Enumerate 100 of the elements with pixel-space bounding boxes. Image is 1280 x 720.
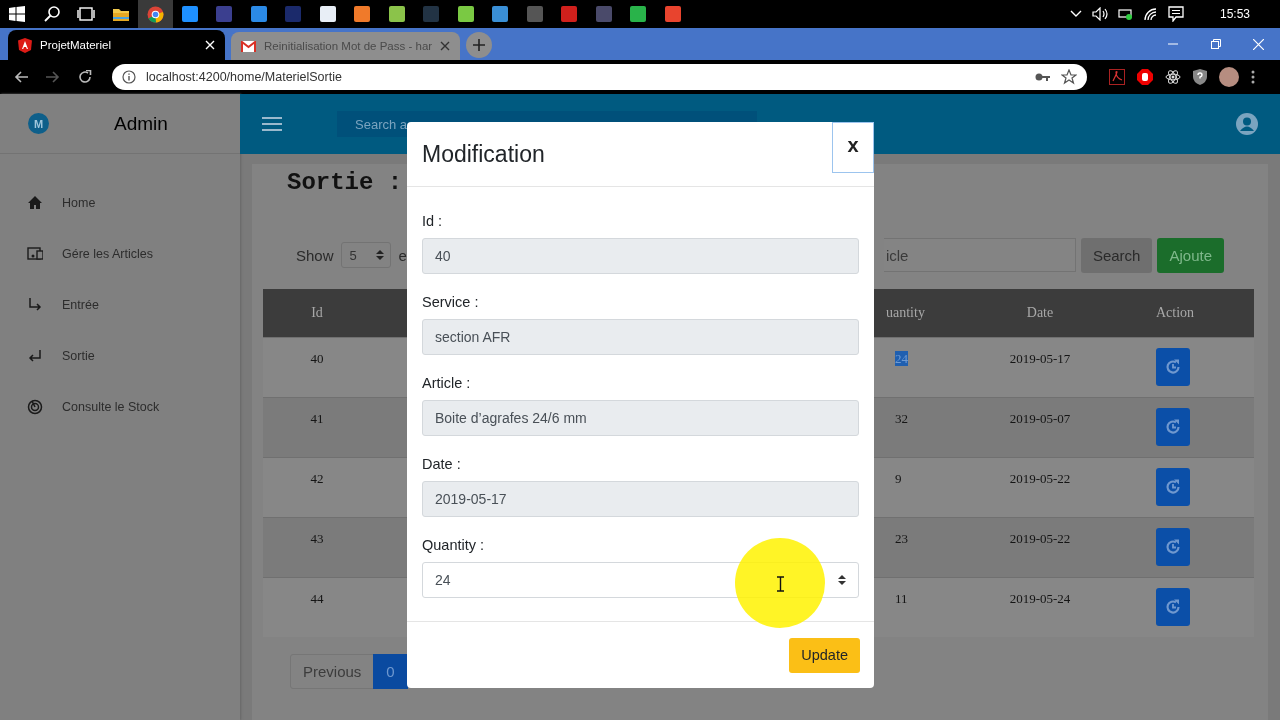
new-tab-button[interactable] <box>466 32 493 58</box>
table-cell: 32 <box>895 411 908 426</box>
input-field[interactable]: Boite d’agrafes 24/6 mm <box>422 400 859 436</box>
app-icon[interactable] <box>457 6 474 22</box>
field-label: Service : <box>422 294 480 311</box>
document-icon[interactable] <box>1109 69 1125 85</box>
search-field[interactable]: icle <box>883 238 1076 272</box>
close-button[interactable]: x <box>832 122 874 173</box>
stop-hand-icon[interactable] <box>1137 69 1153 85</box>
table-cell-text: 2019-05-07 <box>1008 410 1072 427</box>
table-cell: 11 <box>895 591 908 606</box>
battery-icon[interactable] <box>1117 8 1134 20</box>
column-header: Id <box>310 305 324 321</box>
app-icon[interactable] <box>630 6 647 22</box>
refresh-button[interactable] <box>1156 348 1190 386</box>
devices-icon <box>27 246 43 262</box>
menu-icon[interactable] <box>262 117 282 131</box>
search-icon[interactable] <box>43 6 60 22</box>
profile-avatar[interactable] <box>1219 67 1239 87</box>
page-title: Sortie : <box>287 169 403 198</box>
restore-icon <box>1210 39 1221 49</box>
table-cell-text: 2019-05-17 <box>1008 350 1072 367</box>
sidebar-item[interactable]: Home <box>0 180 240 226</box>
wifi-icon[interactable] <box>1143 7 1158 21</box>
refresh-button[interactable] <box>1156 408 1190 446</box>
input-field[interactable]: 2019-05-17 <box>422 481 859 517</box>
table-cell-text: 2019-05-22 <box>1008 530 1072 547</box>
page-size-select[interactable]: 5 <box>340 242 391 268</box>
spinner-icon[interactable] <box>838 574 846 586</box>
column-header: Action <box>1155 305 1196 321</box>
input-field[interactable]: 40 <box>422 238 859 274</box>
sidebar-item[interactable]: Gére les Articles <box>0 231 240 277</box>
refresh-icon <box>1164 358 1182 376</box>
shield-icon[interactable] <box>1193 69 1207 85</box>
browser-tab[interactable]: Reinitialisation Mot de Pass - har <box>231 32 461 60</box>
mail-icon <box>241 40 256 52</box>
folder-icon[interactable] <box>111 6 130 22</box>
table-cell: 9 <box>895 471 902 486</box>
update-button[interactable]: Update <box>789 637 860 673</box>
app-icon[interactable] <box>181 6 198 22</box>
app-icon[interactable] <box>492 6 509 22</box>
app-icon[interactable] <box>319 6 336 22</box>
gauge-icon <box>27 399 43 415</box>
close-icon <box>1253 38 1264 50</box>
table-cell-text: 40 <box>309 350 325 367</box>
table-cell-text: 41 <box>309 410 325 427</box>
reload-icon <box>78 70 92 84</box>
sort-caret-icon <box>375 249 384 261</box>
notification-icon[interactable] <box>1167 6 1184 22</box>
address-bar[interactable]: localhost:4200/home/MaterielSortie <box>112 64 1087 90</box>
user-icon[interactable] <box>1236 113 1258 135</box>
refresh-button[interactable] <box>1156 588 1190 626</box>
avatar-badge: M <box>28 113 49 134</box>
table-cell-text: 44 <box>309 590 325 607</box>
field-label: Date : <box>422 456 462 473</box>
info-icon <box>122 70 136 84</box>
dialog-title: Modification <box>422 140 546 168</box>
browser-icon[interactable] <box>146 5 164 23</box>
sidebar-item[interactable]: Entrée <box>0 282 240 328</box>
pagination-button[interactable]: Previous <box>290 654 375 689</box>
table-cell-text: 42 <box>309 470 325 487</box>
refresh-button[interactable] <box>1156 528 1190 566</box>
chevron-icon[interactable] <box>1069 10 1082 18</box>
turn-left-arrow-icon <box>27 348 43 364</box>
field-label: Id : <box>422 213 444 230</box>
column-header: uantity <box>885 305 926 321</box>
app-icon[interactable] <box>354 6 371 22</box>
refresh-button[interactable] <box>1156 468 1190 506</box>
sidebar-item[interactable]: Consulte le Stock <box>0 384 240 430</box>
refresh-icon <box>1164 478 1182 496</box>
table-cell: 24 <box>895 351 908 366</box>
field-label: Article : <box>422 375 472 392</box>
refresh-icon <box>1164 538 1182 556</box>
browser-tab[interactable]: ProjetMateriel <box>8 30 225 60</box>
clock-time: 15:53 <box>1219 7 1250 21</box>
refresh-icon <box>1164 598 1182 616</box>
key-icon[interactable] <box>1035 72 1051 82</box>
star-icon[interactable] <box>1061 69 1077 85</box>
search-button[interactable]: Search <box>1080 237 1153 273</box>
entries-label: e <box>398 246 407 264</box>
sidebar-item[interactable]: Sortie <box>0 333 240 379</box>
more-menu-icon[interactable] <box>1251 70 1255 84</box>
column-header: Date <box>1025 305 1055 321</box>
text-cursor-icon <box>776 576 785 592</box>
task-view-icon[interactable] <box>77 6 96 22</box>
field-label: Quantity : <box>422 537 486 554</box>
table-cell-text: 2019-05-22 <box>1008 470 1072 487</box>
pagination-button[interactable]: 0 <box>373 654 408 689</box>
input-field[interactable]: section AFR <box>422 319 859 355</box>
atom-icon[interactable] <box>1165 69 1181 85</box>
add-button[interactable]: Ajoute <box>1157 237 1224 273</box>
start-icon[interactable] <box>9 6 26 22</box>
forward-arrow-icon <box>46 71 60 83</box>
app-title: Admin <box>114 112 168 135</box>
home-icon <box>27 195 43 211</box>
speaker-icon[interactable] <box>1091 7 1108 21</box>
back-arrow-icon <box>14 71 28 83</box>
table-cell: 23 <box>895 531 908 546</box>
shield-icon <box>18 37 32 53</box>
app-icon[interactable] <box>388 6 405 22</box>
